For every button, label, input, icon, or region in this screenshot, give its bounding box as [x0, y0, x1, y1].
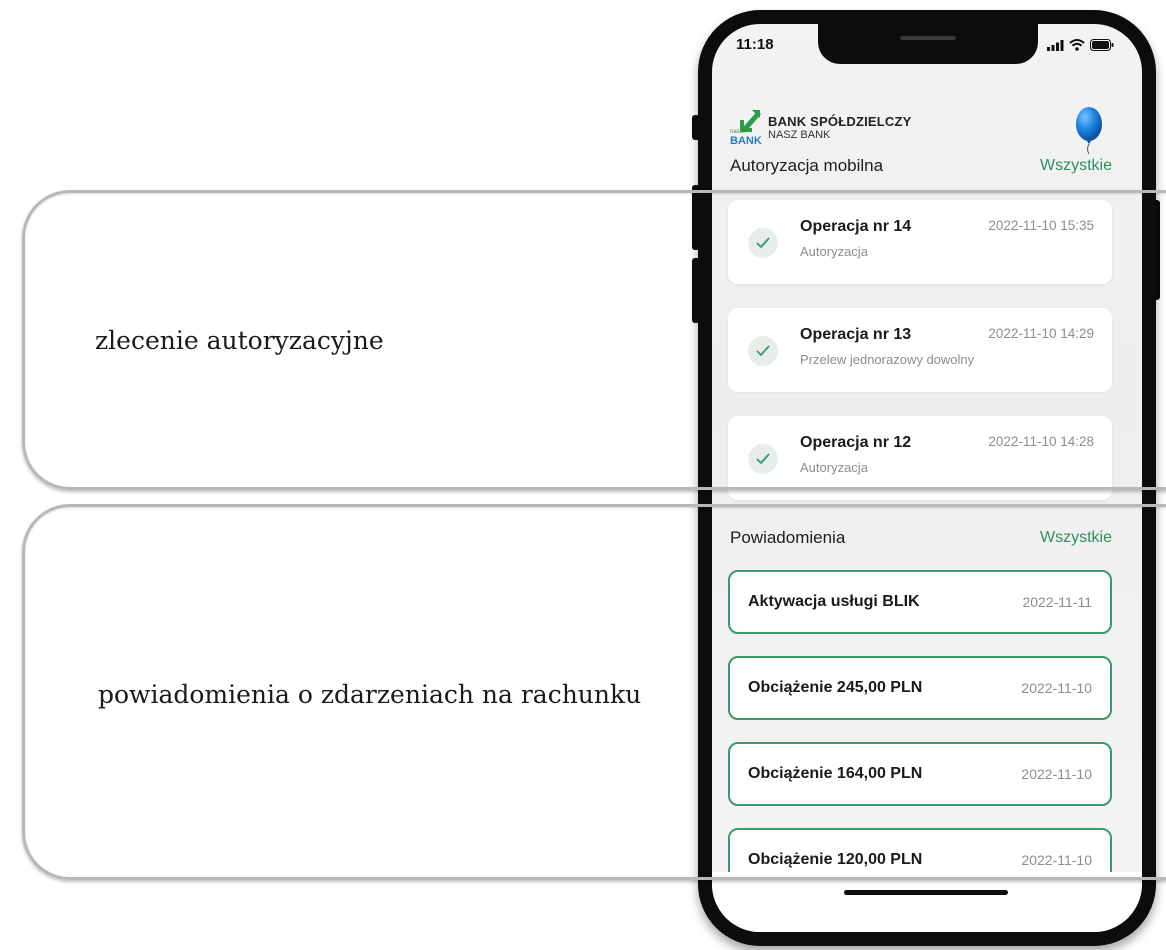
operation-title: Operacja nr 13 [800, 326, 912, 343]
mobile-auth-all-link[interactable]: Wszystkie [1040, 157, 1112, 175]
notification-title: Obciążenie 245,00 PLN [748, 679, 923, 696]
wifi-icon [1069, 39, 1085, 51]
auth-operation-card[interactable]: Operacja nr 12 Autoryzacja 2022-11-10 14… [728, 416, 1112, 500]
bank-logo-icon: nasz BANK [730, 110, 762, 146]
notification-date: 2022-11-10 [1021, 680, 1092, 696]
status-icons [1047, 39, 1114, 51]
notification-date: 2022-11-10 [1021, 766, 1092, 782]
notifications-title: Powiadomienia [730, 528, 846, 547]
operation-date: 2022-11-10 14:28 [988, 434, 1094, 449]
operation-subtitle: Przelew jednorazowy dowolny [800, 352, 975, 367]
auth-operation-card[interactable]: Operacja nr 13 Przelew jednorazowy dowol… [728, 308, 1112, 392]
home-indicator[interactable] [844, 890, 1008, 895]
operation-date: 2022-11-10 15:35 [988, 218, 1094, 233]
notification-date: 2022-11-10 [1021, 852, 1092, 868]
balloon-avatar-icon[interactable] [1072, 104, 1106, 156]
operation-subtitle: Autoryzacja [800, 460, 868, 475]
notification-date: 2022-11-11 [1022, 594, 1092, 610]
check-icon [748, 336, 778, 366]
logo-text: BANK [730, 135, 762, 146]
operation-subtitle: Autoryzacja [800, 244, 868, 259]
auth-operation-card[interactable]: Operacja nr 14 Autoryzacja 2022-11-10 15… [728, 200, 1112, 284]
operation-title: Operacja nr 12 [800, 434, 912, 451]
notification-item[interactable]: Aktywacja usługi BLIK 2022-11-11 [728, 570, 1112, 634]
bottom-safe-area [712, 872, 1142, 932]
notification-title: Obciążenie 120,00 PLN [748, 851, 923, 868]
notch [818, 24, 1038, 64]
authorization-callout-label: zlecenie autoryzacyjne [95, 326, 384, 355]
notifications-callout-label: powiadomienia o zdarzeniach na rachunku [98, 680, 642, 709]
notification-item[interactable]: Obciążenie 164,00 PLN 2022-11-10 [728, 742, 1112, 806]
bank-name: BANK SPÓŁDZIELCZY [768, 114, 912, 129]
mobile-auth-title: Autoryzacja mobilna [730, 156, 884, 175]
notification-title: Aktywacja usługi BLIK [748, 593, 920, 610]
bank-subname: NASZ BANK [768, 129, 831, 141]
phone-screen: 11:18 nasz BANK BANK SPÓŁDZIELCZY NASZ B… [712, 24, 1142, 932]
check-icon [748, 228, 778, 258]
signal-icon [1047, 39, 1064, 51]
operation-title: Operacja nr 14 [800, 218, 912, 235]
notification-title: Obciążenie 164,00 PLN [748, 765, 923, 782]
notification-item[interactable]: Obciążenie 245,00 PLN 2022-11-10 [728, 656, 1112, 720]
notifications-all-link[interactable]: Wszystkie [1040, 529, 1112, 547]
status-time: 11:18 [736, 36, 774, 53]
battery-icon [1090, 39, 1114, 51]
speaker [900, 36, 956, 40]
operation-date: 2022-11-10 14:29 [988, 326, 1094, 341]
check-icon [748, 444, 778, 474]
